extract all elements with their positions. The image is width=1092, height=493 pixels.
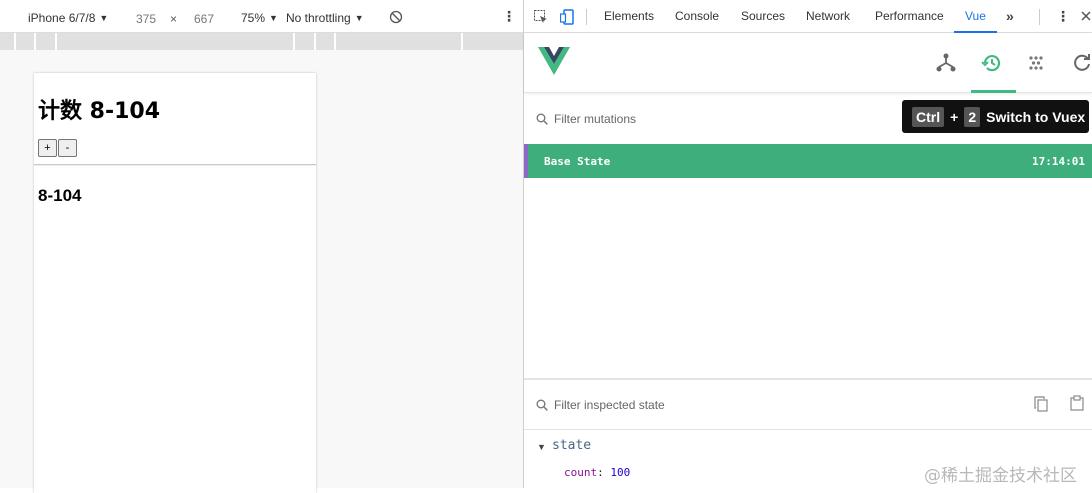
- switch-to-vuex-tooltip: Ctrl + 2 Switch to Vuex: [902, 100, 1089, 133]
- active-view-indicator: [971, 90, 1016, 93]
- mutation-list-item[interactable]: Base State 17:14:01: [524, 144, 1092, 178]
- filter-state-input[interactable]: [554, 398, 854, 412]
- zoom-select[interactable]: 75% ▼: [241, 11, 278, 25]
- search-icon: [536, 399, 548, 411]
- copy-icon[interactable]: [1034, 396, 1048, 415]
- tab-elements[interactable]: Elements: [604, 0, 654, 33]
- mutation-time: 17:14:01: [1032, 155, 1085, 168]
- devtools-menu-icon[interactable]: ⋮: [1056, 9, 1070, 23]
- tab-separator: [586, 9, 587, 25]
- page-title: 计数 8-104: [38, 99, 161, 124]
- device-name: iPhone 6/7/8: [28, 11, 96, 25]
- device-toolbar: iPhone 6/7/8 ▼ 375 × 667 75% ▼ No thrott…: [0, 0, 523, 33]
- close-icon[interactable]: [1080, 10, 1092, 25]
- tab-vue[interactable]: Vue: [954, 0, 997, 33]
- state-section-label[interactable]: state: [552, 438, 591, 453]
- search-icon: [536, 113, 548, 125]
- inspect-element-icon[interactable]: [534, 10, 548, 27]
- divider: [524, 429, 1092, 430]
- caret-down-icon[interactable]: ▼: [537, 442, 546, 452]
- chevron-down-icon: ▼: [269, 13, 278, 23]
- rotate-icon[interactable]: [389, 10, 403, 27]
- tab-performance[interactable]: Performance: [875, 0, 944, 33]
- ctrl-key: Ctrl: [912, 106, 945, 127]
- devtools-tab-bar: Elements Console Sources Network Perform…: [524, 0, 1092, 33]
- vue-logo-icon: [538, 47, 570, 78]
- device-select[interactable]: iPhone 6/7/8 ▼: [28, 11, 108, 25]
- media-query-ruler[interactable]: [0, 33, 523, 50]
- refresh-icon[interactable]: [1070, 51, 1092, 75]
- device-emulation-pane: iPhone 6/7/8 ▼ 375 × 667 75% ▼ No thrott…: [0, 0, 523, 493]
- chevron-down-icon: ▼: [99, 13, 109, 23]
- state-value[interactable]: 100: [610, 466, 630, 479]
- device-toggle-icon[interactable]: [559, 9, 574, 28]
- vue-devtools-header: [524, 33, 1092, 93]
- divider: [34, 164, 316, 166]
- events-icon[interactable]: [1024, 51, 1048, 75]
- plus-sign: +: [950, 108, 959, 125]
- vuex-history-icon[interactable]: [980, 51, 1004, 75]
- height-field[interactable]: 667: [194, 12, 214, 26]
- paste-icon[interactable]: [1070, 395, 1084, 414]
- tab-console[interactable]: Console: [675, 0, 719, 33]
- filter-state-bar: [524, 380, 1092, 430]
- increment-button[interactable]: +: [38, 139, 57, 157]
- dimension-separator: ×: [170, 12, 178, 26]
- throttle-select[interactable]: No throttling ▼: [286, 11, 364, 25]
- watermark: @稀土掘金技术社区: [924, 466, 1077, 486]
- devtools-panel: Elements Console Sources Network Perform…: [524, 0, 1092, 488]
- decrement-button[interactable]: -: [58, 139, 77, 157]
- more-tabs-icon[interactable]: »: [1006, 8, 1014, 24]
- mutation-name: Base State: [544, 155, 611, 168]
- tab-network[interactable]: Network: [806, 0, 850, 33]
- components-icon[interactable]: [934, 51, 958, 75]
- more-options-icon[interactable]: ⋮: [502, 9, 516, 23]
- width-field[interactable]: 375: [136, 12, 156, 26]
- shortcut-key: 2: [964, 106, 981, 127]
- state-property-row: count: 100: [564, 466, 631, 479]
- state-key: count: [564, 466, 598, 479]
- filter-mutations-input[interactable]: [554, 112, 854, 126]
- tab-separator: [1039, 9, 1040, 25]
- tooltip-text: Switch to Vuex: [986, 108, 1086, 125]
- zoom-value: 75%: [241, 11, 266, 25]
- throttle-value: No throttling: [286, 11, 351, 25]
- counter-value: 8-104: [38, 186, 82, 205]
- chevron-down-icon: ▼: [354, 13, 364, 23]
- tab-sources[interactable]: Sources: [741, 0, 785, 33]
- device-viewport: 计数 8-104 + - 8-104: [34, 73, 316, 493]
